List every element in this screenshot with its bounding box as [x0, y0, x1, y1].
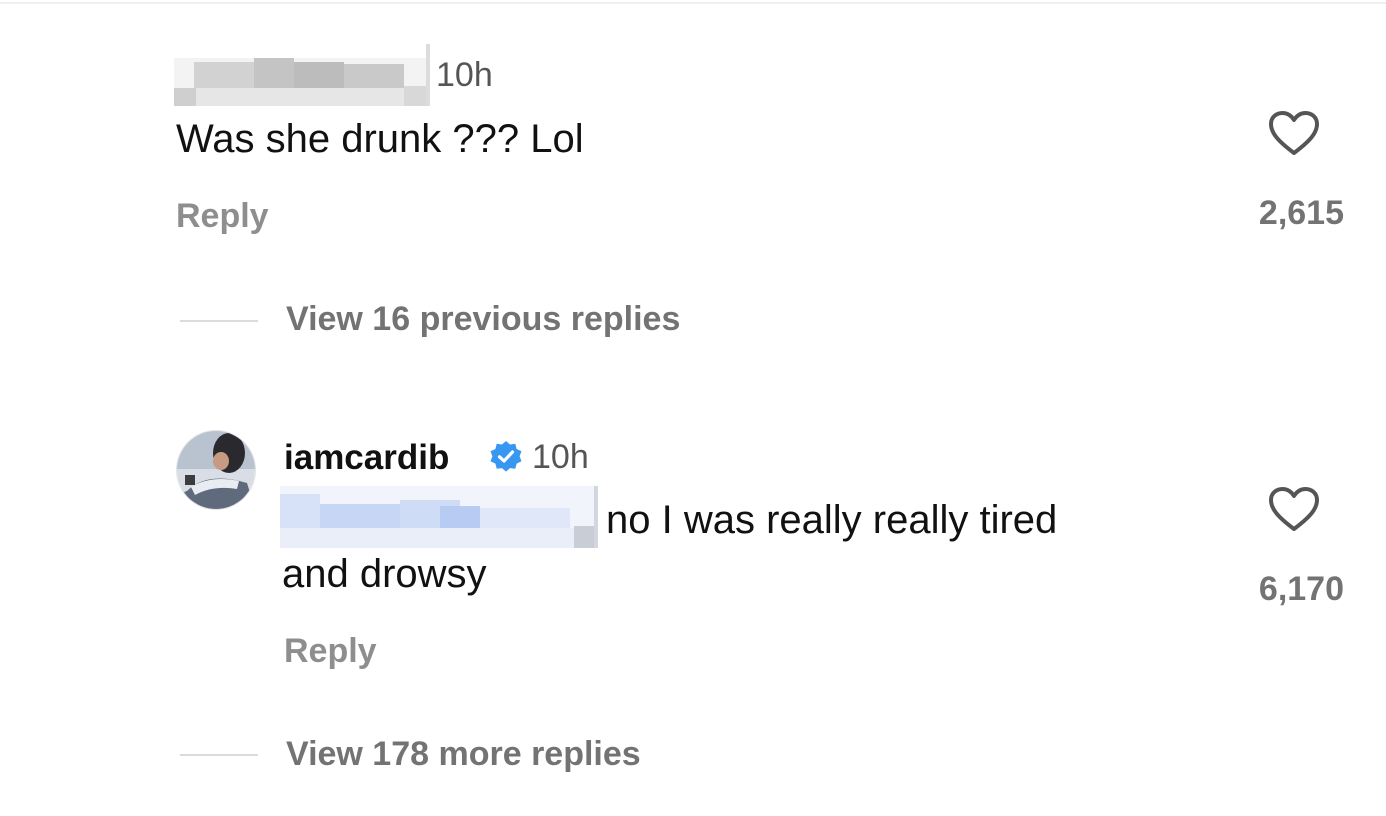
- like-count: 2,615: [1258, 194, 1344, 232]
- heart-outline-icon[interactable]: [1268, 110, 1320, 156]
- redacted-username[interactable]: [174, 44, 430, 106]
- reply-button[interactable]: Reply: [284, 634, 377, 668]
- comment-text-line-1: no I was really really tired: [606, 498, 1058, 542]
- view-more-replies-button[interactable]: View 178 more replies: [286, 737, 641, 771]
- comment-text: Was she drunk ??? Lol: [176, 117, 584, 161]
- comment-text-line-2: and drowsy: [282, 552, 487, 596]
- like-count: 6,170: [1258, 570, 1344, 608]
- thread-line: [180, 320, 258, 322]
- avatar-image: [177, 431, 255, 509]
- verified-badge-icon: [490, 441, 522, 472]
- comment-timestamp: 10h: [532, 438, 589, 476]
- comment-timestamp: 10h: [436, 56, 493, 94]
- view-previous-replies-button[interactable]: View 16 previous replies: [286, 302, 680, 336]
- heart-outline-icon[interactable]: [1268, 486, 1320, 532]
- avatar[interactable]: [176, 430, 256, 510]
- top-divider: [0, 2, 1386, 4]
- redacted-mention[interactable]: [280, 486, 598, 548]
- username[interactable]: iamcardib: [284, 440, 449, 475]
- reply-button[interactable]: Reply: [176, 199, 269, 233]
- thread-line: [180, 754, 258, 756]
